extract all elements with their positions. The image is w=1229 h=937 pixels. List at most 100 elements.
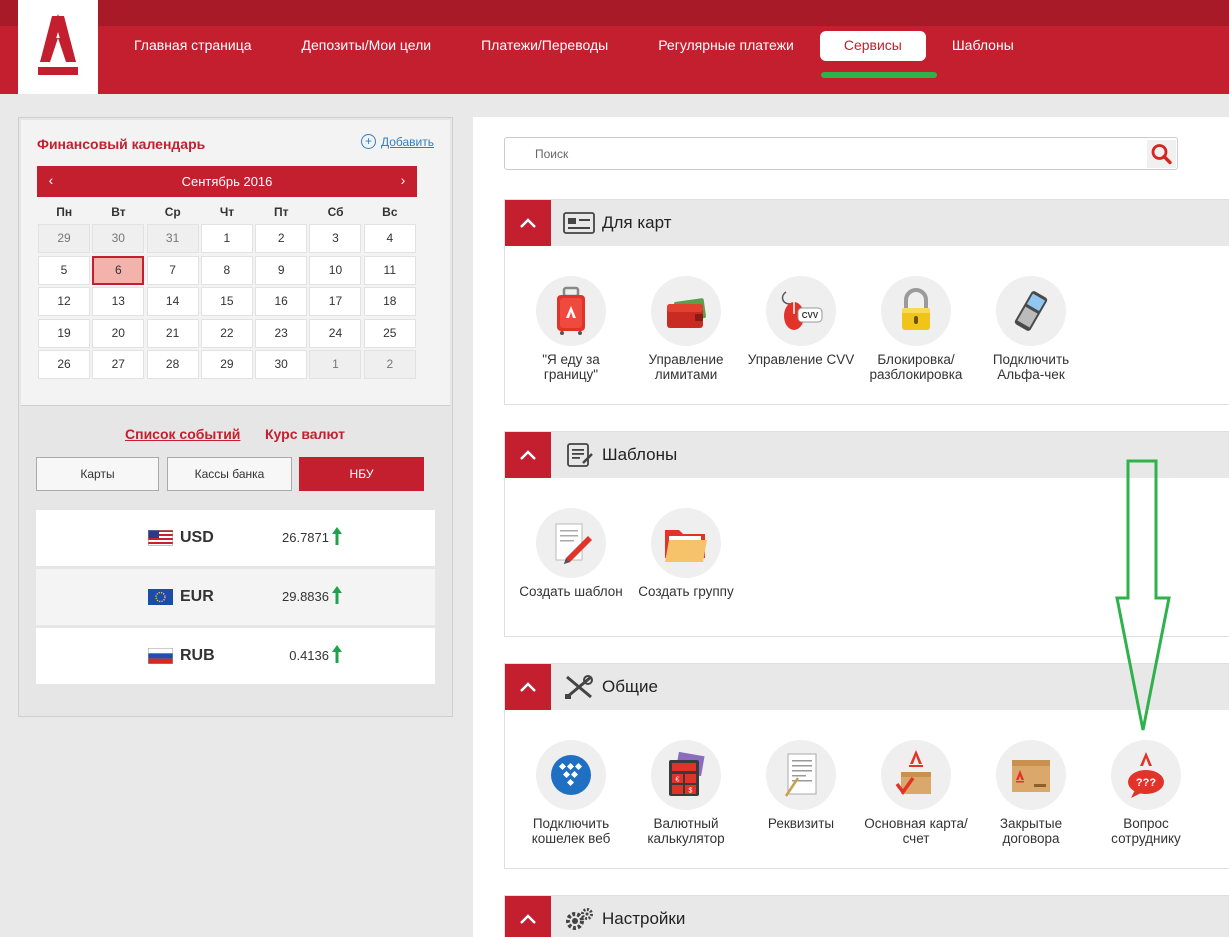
tile-alfa-check[interactable]: Подключить Альфа-чек (975, 276, 1087, 382)
collapse-toggle[interactable] (505, 432, 551, 478)
calendar-day[interactable]: 29 (38, 224, 90, 253)
tile-label: Закрытые договора (999, 816, 1063, 846)
calendar-day[interactable]: 14 (146, 287, 199, 316)
events-list-tab[interactable]: Список событий (125, 426, 240, 442)
calendar-day[interactable]: 20 (92, 318, 145, 348)
calendar-day[interactable]: 5 (38, 255, 90, 285)
tile-currency-calculator[interactable]: € $ Валютный калькулятор (630, 740, 742, 846)
calendar-day[interactable]: 2 (255, 224, 308, 253)
tile-label: Вопрос сотруднику (1111, 816, 1181, 846)
nav-item-templates[interactable]: Шаблоны (928, 31, 1038, 61)
chevron-up-icon (520, 450, 536, 460)
tile-label: Подключить кошелек веб (531, 816, 611, 846)
rates-cards-button[interactable]: Карты (36, 457, 159, 491)
box-check-icon (895, 750, 931, 795)
rates-bank-cash-button[interactable]: Кассы банка (167, 457, 292, 491)
calendar-day[interactable]: 21 (146, 318, 199, 348)
document-pencil-icon (555, 523, 592, 564)
folder-icon (665, 530, 707, 562)
nav-item-home[interactable]: Главная страница (110, 31, 276, 61)
chevron-right-icon[interactable]: › (393, 172, 413, 188)
calendar-day[interactable]: 8 (200, 255, 253, 285)
calendar-day[interactable]: 7 (146, 255, 199, 285)
calculator-icon: € $ (669, 751, 705, 796)
calendar-day[interactable]: 17 (309, 287, 362, 316)
search-button[interactable] (1147, 140, 1176, 168)
tile-label: Блокировка/ разблокировка (869, 352, 963, 382)
tile-requisites[interactable]: Реквизиты (745, 740, 857, 831)
rate-row-usd: USD 26.7871 (36, 510, 435, 566)
calendar-day[interactable]: 27 (92, 350, 145, 379)
tile-manage-cvv[interactable]: CVV Управление CVV (745, 276, 857, 367)
arrow-up-icon (332, 645, 342, 663)
rates-nbu-button[interactable]: НБУ (299, 457, 424, 491)
tile-block-unblock[interactable]: Блокировка/ разблокировка (860, 276, 972, 382)
nav-item-payments[interactable]: Платежи/Переводы (457, 31, 632, 61)
calendar-day[interactable]: 23 (255, 318, 308, 348)
calendar-day[interactable]: 12 (38, 287, 90, 316)
add-event-button[interactable]: + Добавить (360, 134, 434, 149)
phone-icon (1014, 291, 1048, 331)
tile-going-abroad[interactable]: "Я еду за границу" (515, 276, 627, 382)
collapse-toggle[interactable] (505, 200, 551, 246)
calendar-day[interactable]: 29 (200, 350, 253, 379)
tile-ask-employee[interactable]: ??? Вопрос сотруднику (1090, 740, 1202, 846)
tile-icon-circle (536, 508, 606, 578)
tile-label: Основная карта/счет (864, 816, 968, 846)
weekday-label: Сб (327, 205, 344, 219)
nav-item-regular-payments[interactable]: Регулярные платежи (634, 31, 818, 61)
section-title: Для карт (602, 213, 672, 232)
collapse-toggle[interactable] (505, 896, 551, 937)
financial-calendar: Финансовый календарь + Добавить ‹ Сентяб… (21, 120, 450, 406)
collapse-toggle[interactable] (505, 664, 551, 710)
rate-row-rub: RUB 0.4136 (36, 628, 435, 684)
currency-code: USD (180, 529, 214, 546)
tile-create-group[interactable]: Создать группу (630, 508, 742, 599)
calendar-day[interactable]: 16 (255, 287, 308, 316)
calendar-day[interactable]: 28 (146, 350, 199, 379)
tile-icon-circle (651, 276, 721, 346)
tile-icon-circle (766, 740, 836, 810)
arrow-up-icon (332, 527, 342, 545)
calendar-day[interactable]: 18 (363, 287, 416, 316)
calendar-day-today[interactable]: 6 (92, 255, 145, 285)
calendar-day[interactable]: 13 (92, 287, 145, 316)
nav-item-deposits[interactable]: Депозиты/Мои цели (278, 31, 456, 61)
nav-item-services[interactable]: Сервисы (819, 31, 926, 61)
calendar-day[interactable]: 30 (92, 224, 145, 253)
tile-connect-web-wallet[interactable]: Подключить кошелек веб (515, 740, 627, 846)
document-icon (784, 753, 817, 797)
tile-label: Создать шаблон (519, 584, 623, 599)
search-input[interactable] (506, 139, 1146, 168)
tile-create-template[interactable]: Создать шаблон (515, 508, 627, 599)
tile-label: Реквизиты (767, 816, 835, 831)
section-title: Общие (602, 677, 658, 696)
calendar-day[interactable]: 22 (200, 318, 253, 348)
calendar-day[interactable]: 11 (363, 255, 416, 285)
calendar-day[interactable]: 2 (363, 350, 416, 379)
tile-icon-circle (881, 740, 951, 810)
calendar-day[interactable]: 25 (363, 318, 416, 348)
card-icon (563, 212, 595, 234)
calendar-day[interactable]: 19 (38, 318, 90, 348)
tile-closed-contracts[interactable]: Закрытые договора (975, 740, 1087, 846)
calendar-day[interactable]: 1 (309, 350, 362, 379)
tile-manage-limits[interactable]: Управление лимитами (630, 276, 742, 382)
calendar-day[interactable]: 30 (255, 350, 308, 379)
calendar-day[interactable]: 24 (309, 318, 362, 348)
calendar-day[interactable]: 9 (255, 255, 308, 285)
calendar-day[interactable]: 31 (146, 224, 199, 253)
section-header: Для карт (505, 200, 1229, 246)
tools-icon (565, 675, 593, 699)
calendar-day[interactable]: 4 (363, 224, 416, 253)
calendar-day[interactable]: 10 (309, 255, 362, 285)
weekday-label: Вт (111, 205, 126, 219)
alfa-logo[interactable] (18, 0, 98, 94)
calendar-day[interactable]: 1 (200, 224, 253, 253)
calendar-day[interactable]: 3 (309, 224, 362, 253)
currency-rates-tab[interactable]: Курс валют (265, 426, 345, 442)
calendar-day[interactable]: 26 (38, 350, 90, 379)
calendar-day[interactable]: 15 (200, 287, 253, 316)
cvv-mouse-icon: CVV (781, 291, 823, 330)
tile-main-card-account[interactable]: Основная карта/счет (860, 740, 972, 846)
